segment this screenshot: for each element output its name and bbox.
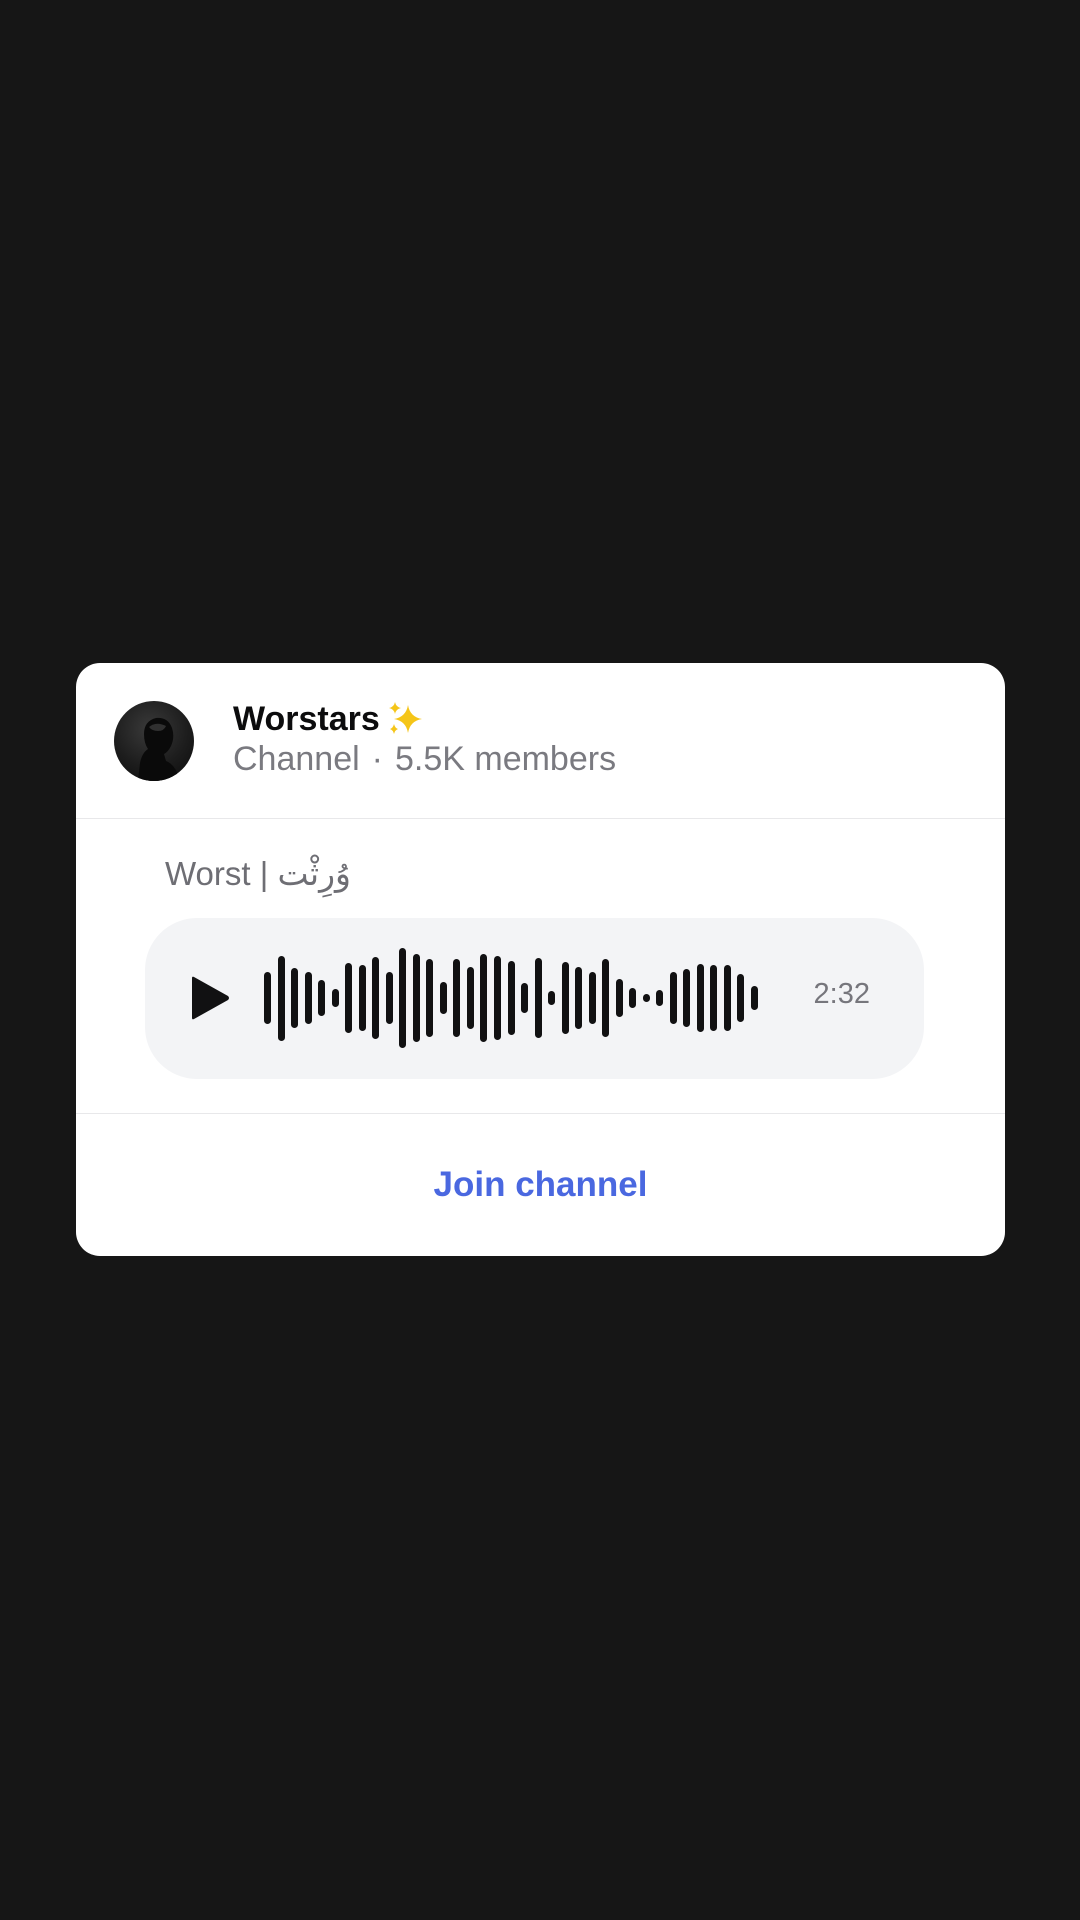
waveform-bar — [548, 991, 556, 1005]
post-title: Worst | وُرِثْت — [165, 855, 351, 892]
waveform-bar — [399, 948, 407, 1048]
waveform-bar — [750, 986, 758, 1010]
meta-separator: · — [371, 740, 383, 778]
waveform-bar — [561, 962, 569, 1034]
waveform-bar — [615, 979, 623, 1017]
avatar-silhouette-icon — [138, 717, 180, 781]
waveform-bar — [669, 972, 677, 1024]
member-count: 5.5K members — [394, 740, 617, 778]
play-icon — [192, 976, 229, 1020]
waveform-bar — [439, 982, 447, 1014]
waveform-bar — [521, 983, 528, 1013]
voice-message-player[interactable]: 2:32 — [145, 918, 924, 1079]
channel-meta: Channel · 5.5K members — [233, 740, 616, 779]
waveform-bar — [629, 988, 637, 1008]
waveform-bar — [264, 972, 272, 1024]
waveform-bar — [534, 958, 542, 1038]
channel-type-label: Channel — [233, 740, 360, 778]
waveform-bar — [318, 980, 326, 1016]
channel-header[interactable]: Worstars Channel · 5.5K members — [76, 663, 1005, 818]
waveform-bar — [507, 961, 515, 1035]
waveform-bar — [331, 989, 339, 1007]
waveform-bar — [345, 963, 353, 1033]
waveform-bar — [710, 965, 718, 1031]
waveform-bar — [304, 972, 312, 1024]
waveform-bar — [277, 955, 285, 1041]
waveform-bar — [466, 967, 474, 1029]
channel-avatar[interactable] — [114, 701, 194, 781]
waveform-bar — [291, 968, 299, 1028]
waveform-bar — [656, 990, 664, 1006]
waveform-bar — [723, 965, 731, 1031]
waveform-bar — [372, 957, 380, 1039]
waveform-bar — [575, 967, 583, 1029]
waveform-bar — [493, 956, 501, 1040]
waveform-bar — [358, 965, 366, 1031]
waveform-bar — [426, 959, 434, 1037]
waveform-bar — [602, 959, 610, 1037]
waveform-bar — [737, 974, 745, 1022]
channel-preview-card: Worstars Channel · 5.5K members Worst | وُ… — [76, 663, 1005, 1256]
join-channel-button[interactable]: Join channel — [76, 1114, 1005, 1256]
channel-name-row: Worstars — [233, 697, 428, 741]
waveform-bar — [642, 994, 650, 1002]
waveform-bar — [412, 954, 420, 1042]
sparkles-icon — [384, 697, 428, 741]
channel-name: Worstars — [233, 699, 380, 738]
waveform-bar — [480, 954, 488, 1042]
header-divider — [76, 818, 1005, 819]
play-button[interactable] — [185, 973, 235, 1023]
waveform-bar — [385, 972, 393, 1024]
waveform-bar — [588, 972, 596, 1024]
waveform-bar — [696, 964, 704, 1032]
waveform-bar — [453, 959, 461, 1037]
waveform-bar — [683, 969, 691, 1027]
audio-waveform[interactable] — [261, 943, 761, 1053]
audio-duration: 2:32 — [813, 978, 870, 1010]
